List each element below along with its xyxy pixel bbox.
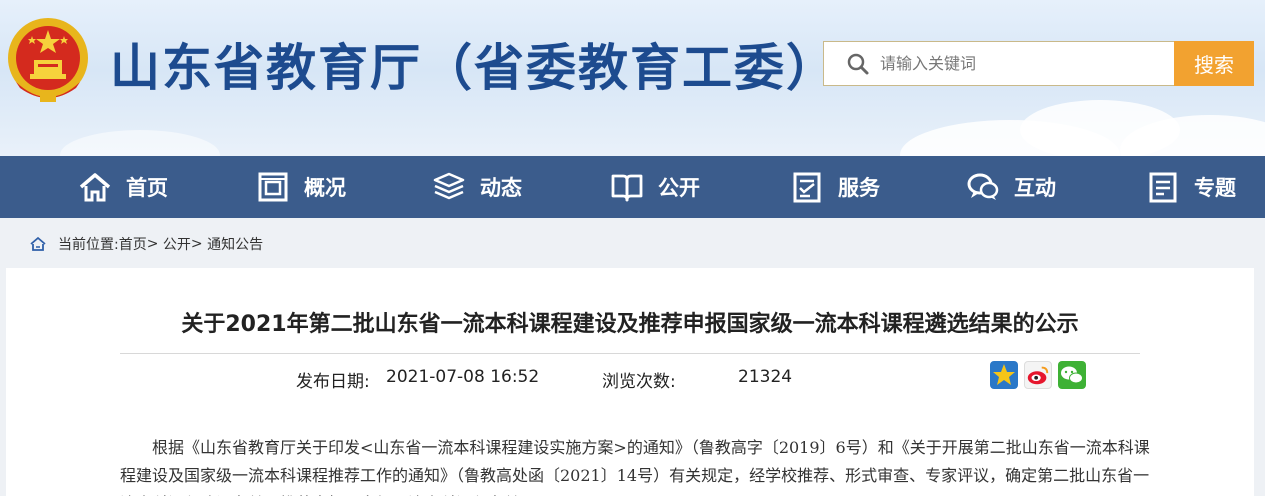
breadcrumb-separator: > xyxy=(190,236,203,252)
article-body: 根据《山东省教育厅关于印发<山东省一流本科课程建设实施方案>的通知》（鲁教高字〔… xyxy=(120,434,1150,496)
article-title: 关于2021年第二批山东省一流本科课程建设及推荐申报国家级一流本科课程遴选结果的… xyxy=(181,312,1079,337)
wechat-share-button[interactable] xyxy=(1058,361,1086,389)
search-input[interactable] xyxy=(880,54,1160,73)
search-box[interactable] xyxy=(823,41,1175,86)
nav-item-label: 专题 xyxy=(1194,176,1236,200)
favorite-star-icon xyxy=(993,364,1015,385)
breadcrumb: 当前位置: 首页 > 公开 > 通知公告 xyxy=(30,232,263,256)
nav-item-news[interactable]: 动态 xyxy=(432,156,522,218)
home-small-icon xyxy=(30,236,46,251)
search-button[interactable]: 搜索 xyxy=(1174,41,1254,86)
topic-icon xyxy=(1149,172,1177,203)
breadcrumb-link-notices[interactable]: 通知公告 xyxy=(207,234,263,254)
nav-item-service[interactable]: 服务 xyxy=(790,156,880,218)
service-icon xyxy=(793,172,821,203)
search-icon xyxy=(847,53,869,74)
main-nav: 首页 概况 动态 公开 服务 互动 专题 xyxy=(0,156,1265,218)
favorite-star-button[interactable] xyxy=(990,361,1018,389)
title-divider xyxy=(120,353,1140,354)
nav-item-label: 概况 xyxy=(304,176,346,200)
publish-date-value: 2021-07-08 16:52 xyxy=(386,367,540,387)
nav-item-topic[interactable]: 专题 xyxy=(1146,156,1236,218)
nav-item-label: 动态 xyxy=(480,176,522,200)
overview-icon xyxy=(258,172,288,202)
nav-item-home[interactable]: 首页 xyxy=(78,156,168,218)
chat-icon xyxy=(967,173,999,200)
nav-item-label: 首页 xyxy=(126,176,168,200)
nav-item-overview[interactable]: 概况 xyxy=(256,156,346,218)
views-value: 21324 xyxy=(738,367,793,387)
views-label: 浏览次数: xyxy=(602,372,676,392)
site-title: 山东省教育厅（省委教育工委） xyxy=(110,39,838,97)
article-paragraph: 根据《山东省教育厅关于印发<山东省一流本科课程建设实施方案>的通知》（鲁教高字〔… xyxy=(120,438,1150,496)
book-icon xyxy=(611,174,643,202)
weibo-icon xyxy=(1027,366,1049,385)
breadcrumb-prefix: 当前位置: xyxy=(58,237,119,253)
nav-item-public[interactable]: 公开 xyxy=(610,156,700,218)
nav-item-interaction[interactable]: 互动 xyxy=(966,156,1056,218)
breadcrumb-link-public[interactable]: 公开 xyxy=(163,234,191,254)
nav-item-label: 服务 xyxy=(838,176,880,200)
article-card: 关于2021年第二批山东省一流本科课程建设及推荐申报国家级一流本科课程遴选结果的… xyxy=(6,268,1254,496)
breadcrumb-link-home[interactable]: 首页 xyxy=(119,234,147,254)
breadcrumb-separator: > xyxy=(146,236,159,252)
wechat-icon xyxy=(1061,366,1083,384)
national-emblem-icon xyxy=(8,18,88,102)
nav-item-label: 互动 xyxy=(1014,176,1056,200)
nav-item-label: 公开 xyxy=(658,176,700,200)
weibo-share-button[interactable] xyxy=(1024,361,1052,389)
home-icon xyxy=(79,173,111,202)
publish-date-label: 发布日期: xyxy=(296,372,370,392)
news-icon xyxy=(433,172,465,200)
site-header: 山东省教育厅（省委教育工委） 搜索 xyxy=(0,0,1265,156)
